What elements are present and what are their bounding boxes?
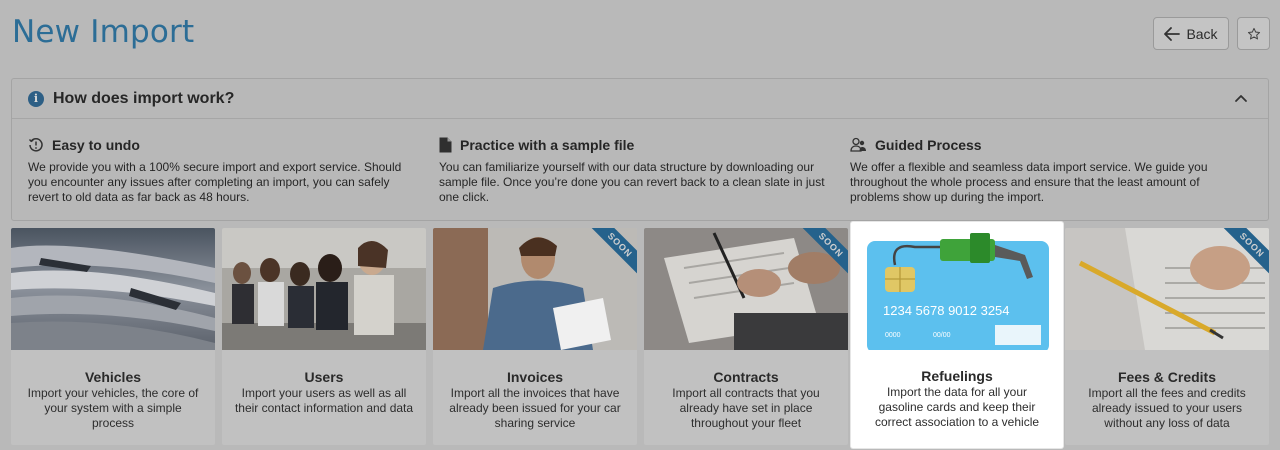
soon-ribbon: SOON [1223,228,1269,274]
feature-guided-process: Guided Process We offer a flexible and s… [850,135,1261,205]
card-description: Import all the invoices that have alread… [449,386,621,430]
vehicles-image [11,228,215,350]
soon-ribbon: SOON [591,228,637,274]
svg-text:00/00: 00/00 [933,332,951,339]
svg-text:0000: 0000 [885,332,901,339]
invoices-image: SOON [433,228,637,350]
card-refuelings[interactable]: 1234 5678 9012 3254 0000 00/00 Refueling… [851,222,1063,448]
card-description: Import all contracts that you already ha… [672,386,820,430]
feature-description: We provide you with a 100% secure import… [28,160,402,204]
favorite-button[interactable] [1237,17,1270,50]
svg-text:1234 5678 9012 3254: 1234 5678 9012 3254 [883,303,1010,318]
feature-description: We offer a flexible and seamless data im… [850,160,1208,204]
features-list: Easy to undo We provide you with a 100% … [12,119,1268,205]
star-icon [1247,27,1260,39]
card-description: Import all the fees and credits already … [1088,386,1246,430]
card-fees-credits[interactable]: SOON Fees & Credits Import all the fees … [1065,228,1269,445]
card-title: Vehicles [84,369,142,385]
feature-sample-file: Practice with a sample file You can fami… [439,135,850,205]
info-panel-title: How does import work? [53,89,235,107]
card-description: Import your users as well as all their c… [234,386,414,415]
card-description: Import the data for all your gasoline ca… [874,385,1040,429]
soon-ribbon: SOON [802,228,848,274]
feature-title: Easy to undo [52,137,140,153]
feature-title: Guided Process [875,137,982,153]
contracts-image: SOON [644,228,848,350]
card-title: Fees & Credits [1117,369,1217,385]
users-image [222,228,426,350]
refuelings-image: 1234 5678 9012 3254 0000 00/00 [855,227,1059,350]
page-title: New Import [12,14,195,50]
card-invoices[interactable]: SOON Invoices Import all the invoices th… [433,228,637,445]
arrow-left-icon [1164,26,1181,41]
card-contracts[interactable]: SOON Contracts Import all contracts that… [644,228,848,445]
card-title: Refuelings [921,368,993,384]
document-icon [439,137,452,153]
info-panel-header[interactable]: i How does import work? [12,79,1268,119]
card-description: Import your vehicles, the core of your s… [27,386,199,430]
header-actions: Back [1153,17,1270,50]
card-title: Invoices [506,369,564,385]
import-type-cards: Vehicles Import your vehicles, the core … [11,222,1269,450]
card-title: Users [304,369,344,385]
info-icon: i [28,90,44,107]
back-button[interactable]: Back [1153,17,1229,50]
feature-easy-to-undo: Easy to undo We provide you with a 100% … [28,135,439,205]
card-users[interactable]: Users Import your users as well as all t… [222,228,426,445]
back-button-label: Back [1186,25,1218,42]
fees-credits-image: SOON [1065,228,1269,350]
users-icon [850,137,866,152]
feature-description: You can familiarize yourself with our da… [439,160,825,204]
undo-clock-icon [28,138,43,152]
chevron-up-icon[interactable] [1234,91,1248,105]
import-info-panel: i How does import work? Easy to undo We … [11,78,1269,221]
card-title: Contracts [713,369,779,385]
feature-title: Practice with a sample file [460,137,635,153]
card-vehicles[interactable]: Vehicles Import your vehicles, the core … [11,228,215,445]
